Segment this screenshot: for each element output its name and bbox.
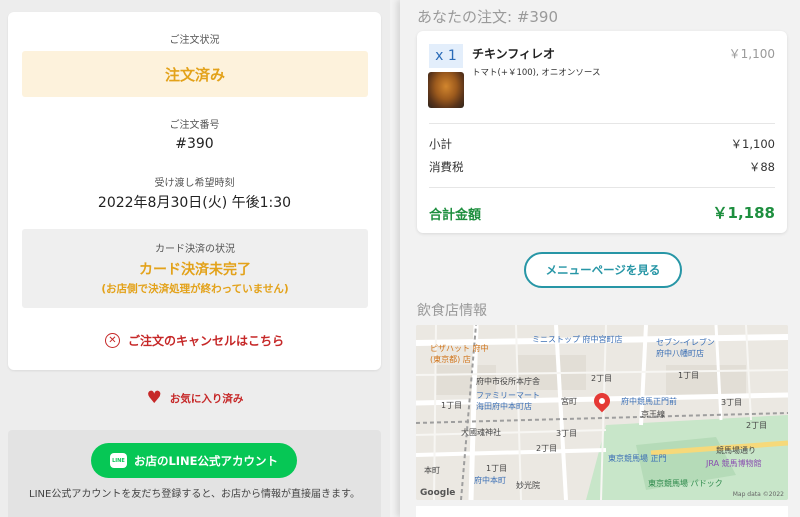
right-panel: あなたの注文: #390 x 1 チキンフィレオ トマト(+￥100), オニオ… (400, 0, 800, 517)
map-label-seven: セブン-イレブン 府中八幡町店 (656, 338, 715, 358)
subtotal-label: 小計 (429, 137, 452, 151)
pickup-time-label: 受け渡し希望時刻 (154, 178, 235, 189)
pickup-time-value: 2022年8月30日(火) 午後1:30 (97, 195, 292, 211)
map-label-chome: 1丁目 (441, 401, 463, 410)
map-label-familymart: ファミリーマート 海田府中本町店 (476, 391, 540, 411)
x-circle-icon: ✕ (104, 333, 120, 348)
line-account-note: LINE公式アカウントを友だち登録すると、お店から情報が直接届きます。 (29, 489, 360, 500)
divider (429, 123, 775, 124)
restaurant-map[interactable]: ピザハット 府中 (東京都) 店 ミニストップ 府中宮町店 セブン-イレブン 府中八… (416, 325, 788, 500)
favorite-toggle[interactable]: ♥ お気に入り済み (0, 390, 390, 407)
payment-status-label: カード決済の状況 (155, 244, 235, 255)
tax-label: 消費税 (429, 160, 464, 174)
address-strip (416, 506, 788, 517)
cancel-order-text: ご注文のキャンセルはこちら (127, 334, 284, 348)
line-account-button[interactable]: LINE お店のLINE公式アカウント (91, 443, 297, 478)
map-label-keibajo-dori: 競馬場通り (716, 446, 756, 455)
order-title: あなたの注文: #390 (417, 8, 559, 26)
left-panel: ご注文状況 注文済み ご注文番号 #390 受け渡し希望時刻 2022年8月30… (0, 0, 390, 517)
map-label-seimon: 東京競馬場 正門 (608, 454, 667, 463)
map-label-chome: 3丁目 (721, 398, 743, 407)
map-label-chome: 3丁目 (556, 429, 578, 438)
item-quantity-badge: x 1 (429, 44, 463, 68)
line-account-card: LINE お店のLINE公式アカウント LINE公式アカウントを友だち登録すると… (8, 430, 381, 517)
total-value: ￥1,188 (712, 204, 775, 222)
cancel-order-link[interactable]: ✕ ご注文のキャンセルはこちら (8, 332, 381, 349)
payment-status-note: (お店側で決済処理が終わっていません) (101, 283, 289, 295)
map-label-kunitama: 大國魂神社 (461, 428, 501, 437)
item-options: トマト(+￥100), オニオンソース (472, 68, 601, 78)
heart-icon: ♥ (146, 388, 162, 408)
map-label-honmachi-station: 府中本町 (474, 476, 506, 485)
map-label-chome: 2丁目 (746, 421, 768, 430)
map-label-cityhall: 府中市役所本庁舎 (476, 377, 540, 386)
map-label-jra: JRA 競馬博物館 (706, 459, 762, 468)
map-label-chome: 2丁目 (591, 374, 613, 383)
order-number-value: #390 (175, 136, 214, 152)
map-label-honmachi: 本町 (424, 466, 440, 475)
payment-status-box: カード決済の状況 カード決済未完了 (お店側で決済処理が終わっていません) (22, 229, 368, 308)
total-label: 合計金額 (429, 208, 482, 223)
item-name: チキンフィレオ (472, 47, 556, 61)
item-thumbnail (428, 72, 464, 108)
order-summary-card: x 1 チキンフィレオ トマト(+￥100), オニオンソース ￥1,100 小… (417, 31, 787, 233)
line-logo-icon: LINE (109, 453, 127, 468)
map-label-chome: 2丁目 (536, 444, 558, 453)
map-label-park: 東京競馬場 パドック (648, 479, 723, 488)
line-account-button-label: お店のLINE公式アカウント (133, 453, 279, 468)
map-label-chome: 1丁目 (486, 464, 508, 473)
map-label-chome: 1丁目 (678, 371, 700, 380)
menu-page-button[interactable]: メニューページを見る (524, 252, 682, 288)
map-label-ministop: ミニストップ 府中宮町店 (532, 335, 623, 344)
map-label-pizza: ピザハット 府中 (東京都) 店 (430, 344, 489, 364)
item-price: ￥1,100 (728, 47, 775, 61)
divider (429, 187, 775, 188)
map-label-keioline: 京王線 (641, 410, 665, 419)
order-status-badge: 注文済み (22, 51, 368, 97)
order-number-label: ご注文番号 (169, 120, 220, 131)
order-status-card: ご注文状況 注文済み ご注文番号 #390 受け渡し希望時刻 2022年8月30… (8, 12, 381, 370)
payment-status-value: カード決済未完了 (139, 262, 251, 278)
map-data-attribution: Map data ©2022 (732, 491, 784, 498)
map-label-myokoin: 妙光院 (516, 481, 540, 490)
subtotal-value: ￥1,100 (730, 137, 775, 151)
restaurant-info-title: 飲食店情報 (417, 303, 487, 319)
map-label-miyamachi: 宮町 (561, 397, 577, 406)
order-status-label: ご注文状況 (169, 35, 220, 46)
map-label-keiodori: 府中競馬正門前 (621, 397, 677, 406)
google-logo: Google (420, 488, 456, 498)
favorite-label: お気に入り済み (169, 393, 244, 405)
tax-value: ￥88 (748, 160, 775, 174)
